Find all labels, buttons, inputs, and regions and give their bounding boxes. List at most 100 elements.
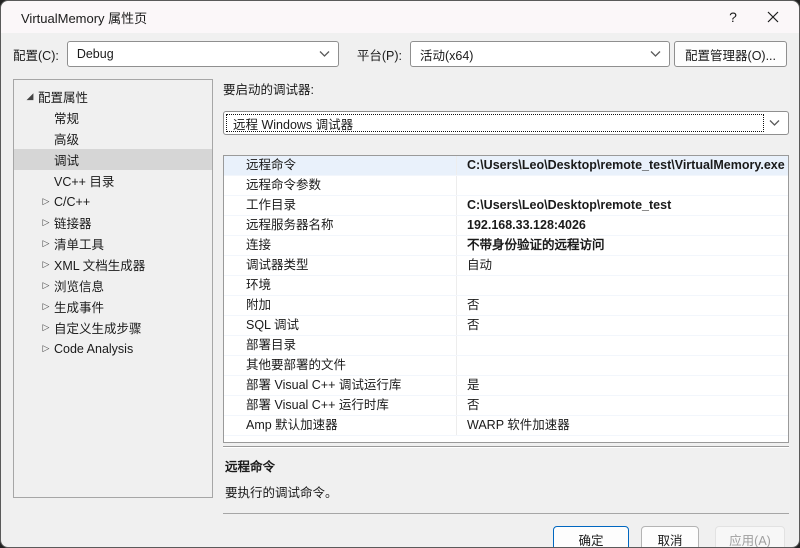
expander-collapsed-icon[interactable]: ▷ (38, 238, 54, 249)
help-icon: ? (729, 9, 737, 25)
chevron-down-icon (650, 51, 661, 58)
platform-dropdown[interactable]: 活动(x64) (410, 41, 670, 67)
tree-item-10[interactable]: ▷自定义生成步骤 (14, 317, 212, 338)
property-name: 远程服务器名称 (224, 216, 457, 235)
configuration-manager-button[interactable]: 配置管理器(O)... (674, 41, 787, 67)
property-row[interactable]: 工作目录C:\Users\Leo\Desktop\remote_test (224, 196, 788, 216)
property-name: 环境 (224, 276, 457, 295)
description-text: 要执行的调试命令。 (225, 482, 787, 501)
property-value[interactable]: C:\Users\Leo\Desktop\remote_test\Virtual… (457, 156, 788, 175)
tree-item-1[interactable]: 高级 (14, 128, 212, 149)
property-row[interactable]: 环境 (224, 276, 788, 296)
configuration-toolbar: 配置(C): Debug 平台(P): 活动(x64) 配置管理器(O)... (1, 33, 799, 75)
dialog-footer: 确定 取消 应用(A) (1, 514, 799, 548)
property-value[interactable]: 否 (457, 396, 788, 415)
expander-collapsed-icon[interactable]: ▷ (38, 217, 54, 228)
title-bar: VirtualMemory 属性页 ? (1, 1, 799, 33)
property-name: 工作目录 (224, 196, 457, 215)
property-row[interactable]: 连接不带身份验证的远程访问 (224, 236, 788, 256)
tree-item-label: 生成事件 (54, 297, 104, 316)
tree-item-label: C/C++ (54, 195, 90, 209)
tree-item-label: 自定义生成步骤 (54, 318, 142, 337)
tree-item-0[interactable]: 常规 (14, 107, 212, 128)
ok-button[interactable]: 确定 (553, 526, 629, 548)
close-icon (767, 11, 779, 23)
property-name: SQL 调试 (224, 316, 457, 335)
tree-item-label: 常规 (54, 108, 79, 127)
tree-item-11[interactable]: ▷Code Analysis (14, 338, 212, 359)
property-description: 远程命令 要执行的调试命令。 (223, 448, 789, 513)
expander-collapsed-icon[interactable]: ▷ (38, 196, 54, 207)
tree-item-label: 浏览信息 (54, 276, 104, 295)
property-value[interactable]: 否 (457, 316, 788, 335)
tree-item-7[interactable]: ▷XML 文档生成器 (14, 254, 212, 275)
expander-collapsed-icon[interactable]: ▷ (38, 259, 54, 270)
expander-collapsed-icon[interactable]: ▷ (38, 280, 54, 291)
apply-button[interactable]: 应用(A) (715, 526, 785, 548)
property-row[interactable]: 调试器类型自动 (224, 256, 788, 276)
property-value[interactable]: WARP 软件加速器 (457, 416, 788, 435)
cancel-button[interactable]: 取消 (641, 526, 699, 548)
tree-item-label: XML 文档生成器 (54, 255, 145, 274)
property-row[interactable]: SQL 调试否 (224, 316, 788, 336)
property-name: Amp 默认加速器 (224, 416, 457, 435)
tree-item-5[interactable]: ▷链接器 (14, 212, 212, 233)
tree-item-6[interactable]: ▷清单工具 (14, 233, 212, 254)
property-row[interactable]: 部署 Visual C++ 运行时库否 (224, 396, 788, 416)
property-row[interactable]: 其他要部署的文件 (224, 356, 788, 376)
configuration-dropdown[interactable]: Debug (67, 41, 339, 67)
tree-item-4[interactable]: ▷C/C++ (14, 191, 212, 212)
property-row[interactable]: 远程服务器名称192.168.33.128:4026 (224, 216, 788, 236)
property-row[interactable]: 部署目录 (224, 336, 788, 356)
property-name: 部署 Visual C++ 调试运行库 (224, 376, 457, 395)
tree-item-label: 配置属性 (38, 87, 88, 106)
close-button[interactable] (753, 2, 793, 32)
property-value[interactable]: 192.168.33.128:4026 (457, 216, 788, 235)
property-value[interactable]: 是 (457, 376, 788, 395)
property-value[interactable] (457, 336, 788, 355)
tree-item-2[interactable]: 调试 (14, 149, 212, 170)
property-name: 附加 (224, 296, 457, 315)
property-name: 部署 Visual C++ 运行时库 (224, 396, 457, 415)
property-row[interactable]: 远程命令参数 (224, 176, 788, 196)
property-row[interactable]: Amp 默认加速器WARP 软件加速器 (224, 416, 788, 436)
property-value[interactable] (457, 356, 788, 375)
property-name: 其他要部署的文件 (224, 356, 457, 375)
property-category-tree: ◢配置属性常规高级调试VC++ 目录▷C/C++▷链接器▷清单工具▷XML 文档… (13, 79, 213, 498)
chevron-down-icon (769, 120, 780, 127)
tree-item-label: 调试 (54, 150, 79, 169)
help-button[interactable]: ? (713, 2, 753, 32)
tree-item-label: Code Analysis (54, 342, 133, 356)
property-name: 连接 (224, 236, 457, 255)
tree-item-root[interactable]: ◢配置属性 (14, 86, 212, 107)
property-value[interactable] (457, 176, 788, 195)
platform-value: 活动(x64) (420, 45, 473, 64)
debugger-dropdown[interactable]: 远程 Windows 调试器 (223, 111, 789, 135)
footer-separator (223, 513, 789, 514)
debugger-selected-value: 远程 Windows 调试器 (233, 114, 353, 133)
property-pages-dialog: VirtualMemory 属性页 ? 配置(C): Debug 平台(P): … (0, 0, 800, 548)
expander-expanded-icon[interactable]: ◢ (22, 91, 38, 102)
tree-item-9[interactable]: ▷生成事件 (14, 296, 212, 317)
property-row[interactable]: 附加否 (224, 296, 788, 316)
property-name: 远程命令 (224, 156, 457, 175)
property-value[interactable] (457, 276, 788, 295)
property-value[interactable]: 否 (457, 296, 788, 315)
expander-collapsed-icon[interactable]: ▷ (38, 301, 54, 312)
tree-item-label: 链接器 (54, 213, 92, 232)
property-row[interactable]: 部署 Visual C++ 调试运行库是 (224, 376, 788, 396)
chevron-down-icon (319, 51, 330, 58)
tree-item-8[interactable]: ▷浏览信息 (14, 275, 212, 296)
expander-collapsed-icon[interactable]: ▷ (38, 322, 54, 333)
dialog-title: VirtualMemory 属性页 (1, 8, 713, 27)
property-value[interactable]: C:\Users\Leo\Desktop\remote_test (457, 196, 788, 215)
tree-item-3[interactable]: VC++ 目录 (14, 170, 212, 191)
property-value[interactable]: 不带身份验证的远程访问 (457, 236, 788, 255)
tree-item-label: VC++ 目录 (54, 171, 114, 190)
configuration-value: Debug (77, 47, 114, 61)
property-grid: 远程命令C:\Users\Leo\Desktop\remote_test\Vir… (223, 155, 789, 443)
property-row[interactable]: 远程命令C:\Users\Leo\Desktop\remote_test\Vir… (224, 156, 788, 176)
property-name: 部署目录 (224, 336, 457, 355)
expander-collapsed-icon[interactable]: ▷ (38, 343, 54, 354)
property-value[interactable]: 自动 (457, 256, 788, 275)
